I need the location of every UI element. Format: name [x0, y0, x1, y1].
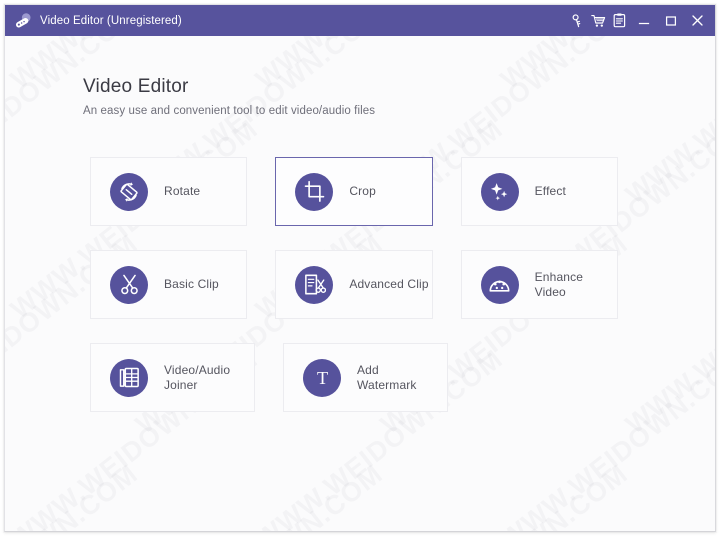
- tool-card-label: Crop: [349, 184, 376, 199]
- tool-grid: Rotate Crop Effect Basic Clip Advanced C…: [90, 157, 646, 412]
- text-t-icon: T: [303, 358, 341, 397]
- tool-card-label: Enhance Video: [534, 270, 584, 299]
- tool-card-rotate[interactable]: Rotate: [90, 157, 248, 226]
- window-title: Video Editor (Unregistered): [40, 14, 182, 27]
- minimize-button[interactable]: [630, 5, 657, 36]
- watermark-text: WWW.WEIDOWN.COM: [130, 459, 389, 531]
- watermark-text: WWW.WEIDOWN.COM: [375, 459, 634, 531]
- register-key-button[interactable]: [567, 5, 588, 36]
- page-subtitle: An easy use and convenient tool to edit …: [83, 105, 376, 117]
- tool-card-video-audio-joiner[interactable]: Video/Audio Joiner: [90, 343, 255, 412]
- rotate-icon: [110, 172, 148, 211]
- scissors-icon: [110, 265, 148, 304]
- tool-card-label: Video/Audio Joiner: [164, 363, 231, 392]
- tool-card-label: Basic Clip: [164, 277, 219, 292]
- tool-card-advanced-clip[interactable]: Advanced Clip: [275, 250, 433, 319]
- tool-card-label: Effect: [534, 184, 567, 199]
- watermark-text: WWW.WEIDOWN.COM: [5, 459, 144, 531]
- page-title: Video Editor: [83, 76, 189, 97]
- svg-text:T: T: [316, 368, 327, 388]
- sparkle-effect-icon: [480, 172, 519, 211]
- maximize-button[interactable]: [657, 5, 684, 36]
- client-area: WWW.WEIDOWN.COM WWW.WEIDOWN.COM WWW.WEIDOW…: [5, 36, 715, 531]
- crop-icon: [295, 172, 334, 211]
- task-list-button[interactable]: [609, 5, 630, 36]
- tool-row: Basic Clip Advanced Clip Enhance Video: [90, 250, 646, 319]
- tool-card-label: Advanced Clip: [349, 277, 429, 292]
- tool-card-basic-clip[interactable]: Basic Clip: [90, 250, 248, 319]
- video-editor-logo-icon: [13, 11, 33, 31]
- close-button[interactable]: [684, 5, 711, 36]
- tool-card-label: Add Watermark: [357, 363, 417, 392]
- page-header: Video Editor An easy use and convenient …: [5, 36, 715, 117]
- tool-card-effect[interactable]: Effect: [460, 157, 618, 226]
- tool-row: Rotate Crop Effect: [90, 157, 646, 226]
- watermark-text: WWW.WEIDOWN.COM: [620, 459, 715, 531]
- tool-card-add-watermark[interactable]: T Add Watermark: [283, 343, 448, 412]
- app-window: Video Editor (Unregistered) WWW.WEIDOWN.…: [4, 4, 716, 532]
- tool-card-crop[interactable]: Crop: [275, 157, 433, 226]
- tool-card-enhance-video[interactable]: Enhance Video: [460, 250, 618, 319]
- document-scissors-icon: [295, 265, 334, 304]
- film-join-icon: [110, 358, 148, 397]
- gauge-enhance-icon: [480, 265, 519, 304]
- tool-card-label: Rotate: [164, 184, 201, 199]
- title-bar[interactable]: Video Editor (Unregistered): [5, 5, 715, 36]
- buy-cart-button[interactable]: [588, 5, 609, 36]
- tool-row: Video/Audio Joiner T Add Watermark: [90, 343, 646, 412]
